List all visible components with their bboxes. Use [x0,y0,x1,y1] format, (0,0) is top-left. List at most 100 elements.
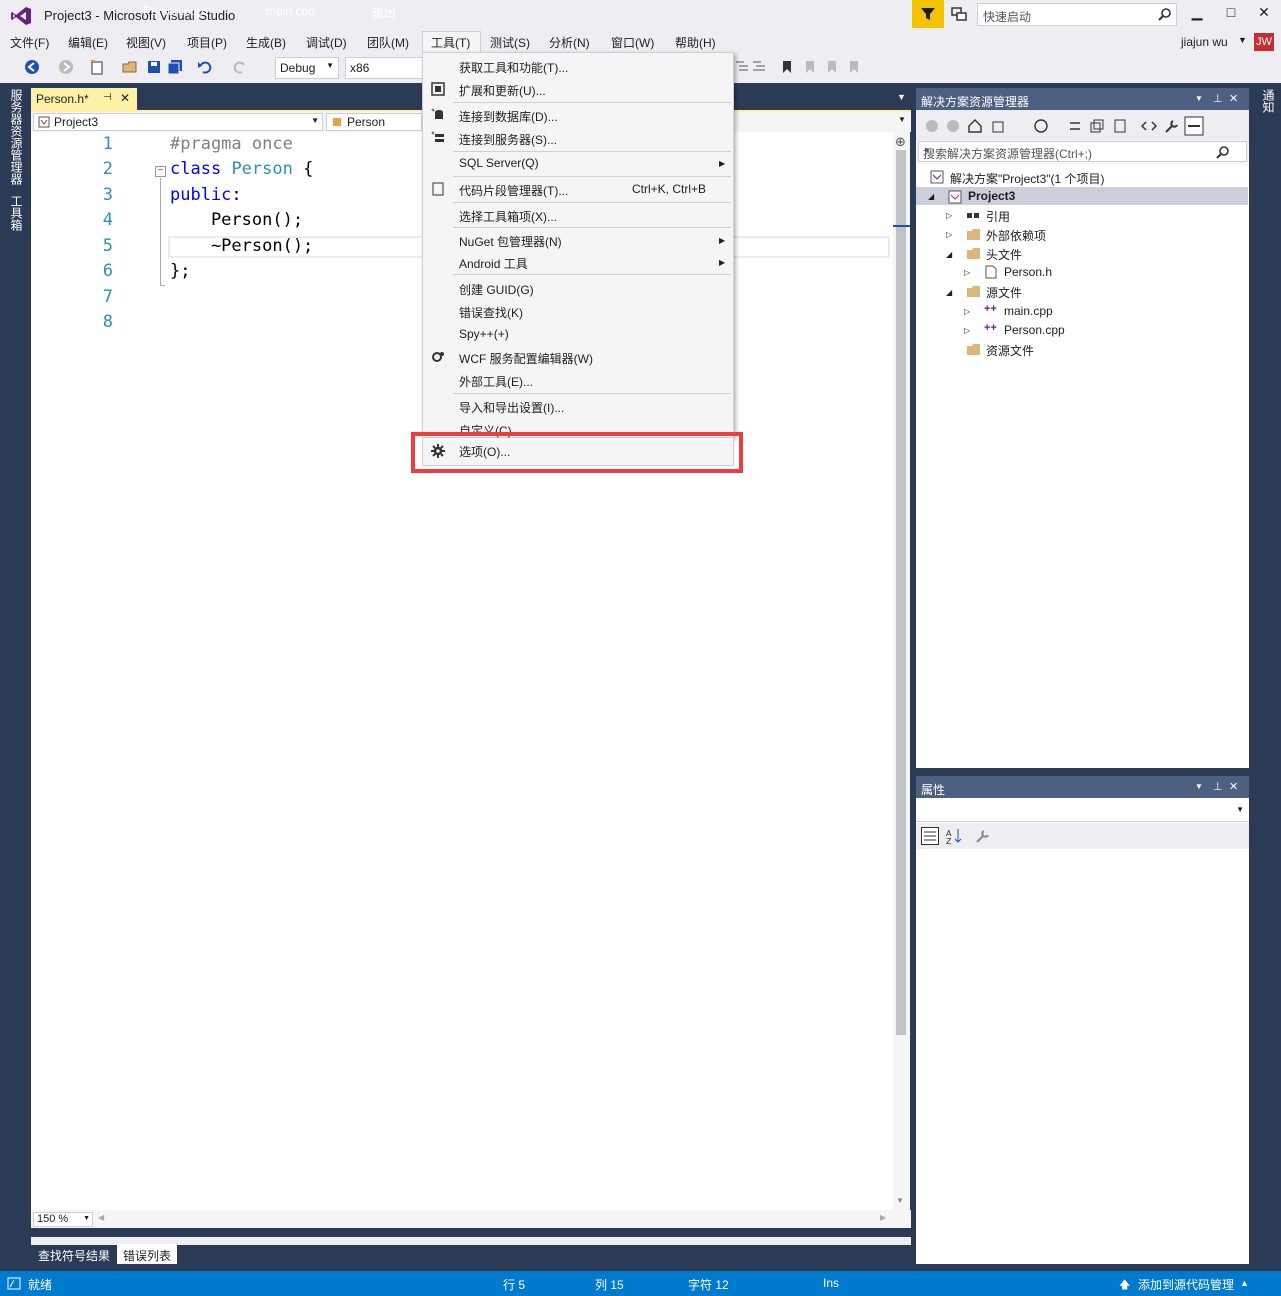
close-tab-icon[interactable]: ✕ [120,91,130,105]
new-project-icon[interactable] [89,59,105,75]
show-all-files-icon[interactable] [1112,118,1128,134]
pin-icon[interactable]: ⊣ [103,92,112,103]
expanded-triangle-icon[interactable]: ◢ [946,288,952,297]
close-panel-icon[interactable]: ✕ [1229,92,1238,105]
fold-toggle-icon[interactable]: − [155,166,166,177]
menu-item-connect-database[interactable]: 连接到数据库(D)... [459,108,558,125]
tab-server-explorer[interactable]: 服务器资源管理器 [8,89,25,185]
scroll-left-icon[interactable]: ◀ [98,1213,104,1222]
forward-icon[interactable] [58,59,74,75]
menu-item-nuget[interactable]: NuGet 包管理器(N) [459,233,562,250]
menu-view[interactable]: 视图(V) [126,34,166,51]
zoom-select[interactable]: 150 % ▼ [33,1212,93,1227]
tab-find-symbol-results[interactable]: 查找符号结果 [32,1244,116,1264]
panel-menu-icon[interactable]: ▼ [1195,782,1203,791]
property-pages-wrench-icon[interactable] [975,828,991,844]
add-to-source-control-button[interactable]: 添加到源代码管理 [1138,1276,1234,1293]
tab-error-list[interactable]: 错误列表 [117,1244,178,1264]
configuration-select[interactable]: Debug ▼ [275,57,339,79]
bookmark-icon[interactable] [779,59,795,75]
collapsed-triangle-icon[interactable]: ▷ [964,268,970,277]
menu-file[interactable]: 文件(F) [10,34,49,51]
tab-notifications[interactable]: 通知 [1260,89,1277,113]
tab-overflow-icon[interactable]: ▼ [897,92,906,102]
project-scope-select[interactable]: Project3 ▼ [33,113,323,131]
save-icon[interactable] [146,59,162,75]
properties-object-select[interactable]: ▼ [916,800,1249,822]
close-panel-icon[interactable]: ✕ [1229,780,1238,793]
home-icon[interactable] [967,118,983,134]
alphabetical-icon[interactable]: AZ [945,827,963,845]
expanded-triangle-icon[interactable]: ◢ [928,192,934,201]
menu-tools[interactable]: 工具(T) [431,34,470,51]
scrollbar-thumb[interactable] [896,150,906,1035]
feedback-icon[interactable] [950,5,968,23]
tab-person-h[interactable]: Person.h* ⊣ ✕ [31,88,137,110]
minimize-button[interactable]: ▁ [1187,4,1207,24]
view-code-icon[interactable] [1141,118,1157,134]
menu-edit[interactable]: 编辑(E) [68,34,108,51]
quick-launch-input[interactable]: 快速启动 [977,3,1177,26]
menu-item-error-lookup[interactable]: 错误查找(K) [459,304,523,321]
panel-menu-icon[interactable]: ▼ [1195,94,1203,103]
menu-item-import-export[interactable]: 导入和导出设置(I)... [459,399,564,416]
up-arrow-icon[interactable]: 🡅 [1119,1276,1130,1295]
menu-item-external-tools[interactable]: 外部工具(E)... [459,373,533,390]
menu-item-extensions[interactable]: 扩展和更新(U)... [459,82,546,99]
menu-team[interactable]: 团队(M) [367,34,409,51]
menu-item-spy[interactable]: Spy++(+) [459,327,509,341]
menu-item-code-snippets[interactable]: 代码片段管理器(T)... [459,182,568,199]
clear-bookmarks-icon[interactable] [846,59,862,75]
menu-analyze[interactable]: 分析(N) [549,34,590,51]
categorized-icon[interactable] [921,827,939,845]
collapsed-triangle-icon[interactable]: ▷ [964,307,970,316]
expanded-triangle-icon[interactable]: ◢ [946,250,952,259]
user-name[interactable]: jiajun wu [1181,35,1228,49]
notification-flag-button[interactable] [912,0,944,28]
chevron-down-icon[interactable]: ▼ [923,146,1243,155]
outdent-icon[interactable] [734,59,750,75]
platform-select[interactable]: x86 [345,57,423,79]
properties-wrench-icon[interactable] [1164,118,1180,134]
undo-icon[interactable] [197,59,213,75]
open-file-icon[interactable] [122,59,138,75]
next-bookmark-icon[interactable] [824,59,840,75]
menu-build[interactable]: 生成(B) [246,34,286,51]
menu-item-choose-toolbox[interactable]: 选择工具箱项(X)... [459,208,557,225]
member-scope-chevron-icon[interactable]: ▼ [898,115,906,124]
tab-toolbox[interactable]: 工具箱 [8,195,25,231]
tab-person-cpp[interactable]: Person.cpp* [138,0,213,22]
tab-main-cpp[interactable]: main.cpp [261,0,320,22]
forward-icon[interactable] [945,118,961,134]
collapse-all-icon[interactable] [1089,118,1105,134]
split-window-icon[interactable]: ⊕ [895,134,906,150]
class-scope-select[interactable]: Person [326,113,422,131]
scroll-down-icon[interactable]: ▼ [896,1196,904,1205]
collapsed-triangle-icon[interactable]: ▷ [946,230,952,239]
menu-item-android[interactable]: Android 工具 [459,255,528,272]
preview-selected-icon[interactable] [1184,116,1204,136]
avatar[interactable]: JW [1254,33,1274,51]
menu-help[interactable]: 帮助(H) [675,34,716,51]
menu-test[interactable]: 测试(S) [490,34,530,51]
menu-item-create-guid[interactable]: 创建 GUID(G) [459,281,534,298]
collapsed-triangle-icon[interactable]: ▷ [964,326,970,335]
menu-window[interactable]: 窗口(W) [611,34,654,51]
back-icon[interactable] [924,118,940,134]
menu-debug[interactable]: 调试(D) [306,34,347,51]
collapsed-triangle-icon[interactable]: ▷ [946,211,952,220]
back-icon[interactable] [24,59,40,75]
prev-bookmark-icon[interactable] [802,59,818,75]
pin-icon[interactable]: ⊥ [1213,92,1223,105]
save-all-icon[interactable] [167,59,183,75]
solution-explorer-search-input[interactable]: 搜索解决方案资源管理器(Ctrl+;) ▼ [918,141,1247,162]
sync-icon[interactable] [1067,118,1083,134]
comment-icon[interactable] [751,59,767,75]
close-window-button[interactable]: ✕ [1254,4,1274,24]
menu-project[interactable]: 项目(P) [187,34,227,51]
menu-item-connect-server[interactable]: 连接到服务器(S)... [459,131,557,148]
chevron-up-icon[interactable]: ▲ [1240,1278,1249,1288]
user-menu-caret-icon[interactable]: ▼ [1238,35,1247,45]
menu-item-get-tools[interactable]: 获取工具和功能(T)... [459,59,568,76]
scroll-right-icon[interactable]: ▶ [880,1213,886,1222]
